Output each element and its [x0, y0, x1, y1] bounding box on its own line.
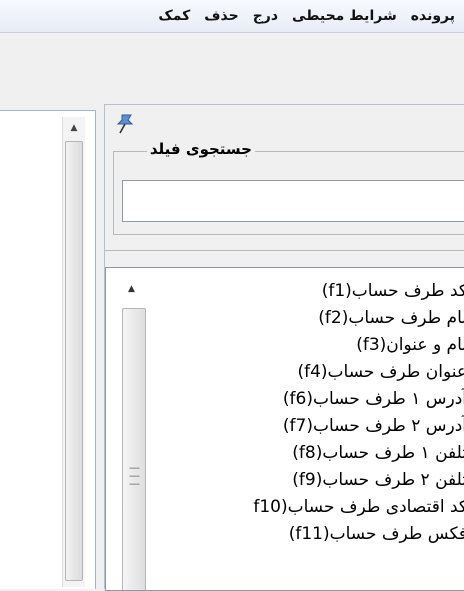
field-panel: جستجوی فیلد ▲ — — — کد طرف حساب(f1) نام طر… [104, 104, 464, 591]
scrollbar-thumb[interactable] [65, 141, 83, 581]
menu-environment-settings[interactable]: شرایط محیطی [285, 8, 404, 24]
menu-file[interactable]: پرونده [404, 8, 462, 24]
toolbar-area [0, 34, 464, 100]
scroll-up-arrow-icon[interactable]: ▲ [128, 284, 135, 294]
field-search-input[interactable] [122, 180, 464, 222]
field-list-item[interactable]: آدرس ۱ طرف حساب(f6) [137, 386, 464, 413]
field-search-legend: جستجوی فیلد [146, 140, 255, 158]
field-list-item[interactable]: کد اقتصادی طرف حساب(f10 [137, 494, 464, 521]
field-list-item[interactable]: کد طرف حساب(f1) [137, 278, 464, 305]
field-list: کد طرف حساب(f1) نام طرف حساب(f2) نام و ع… [137, 278, 464, 548]
field-list-item[interactable]: نام و عنوان(f3) [137, 332, 464, 359]
pin-icon[interactable] [113, 111, 137, 135]
field-list-item[interactable]: تلفن ۱ طرف حساب(f8) [137, 440, 464, 467]
field-list-item[interactable]: تلفن ۲ طرف حساب(f9) [137, 467, 464, 494]
menu-insert[interactable]: درج [246, 8, 285, 24]
field-list-item[interactable]: فکس طرف حساب(f11) [137, 521, 464, 548]
field-list-item[interactable]: نام طرف حساب(f2) [137, 305, 464, 332]
menu-delete[interactable]: حذف [197, 8, 245, 24]
scroll-up-arrow-icon[interactable]: ▲ [63, 117, 85, 139]
menu-help[interactable]: کمک [151, 8, 197, 24]
field-list-item[interactable]: عنوان طرف حساب(f4) [137, 359, 464, 386]
field-list-item[interactable]: آدرس ۲ طرف حساب(f7) [137, 413, 464, 440]
field-search-group: جستجوی فیلد [113, 140, 464, 235]
field-list-box: ▲ — — — کد طرف حساب(f1) نام طرف حساب(f2) ن… [105, 267, 464, 591]
menu-bar: پرونده شرایط محیطی درج حذف کمک [0, 0, 464, 33]
left-panel: ▲ [0, 110, 96, 589]
field-list-group: ▲ — — — کد طرف حساب(f1) نام طرف حساب(f2) ن… [105, 250, 464, 591]
